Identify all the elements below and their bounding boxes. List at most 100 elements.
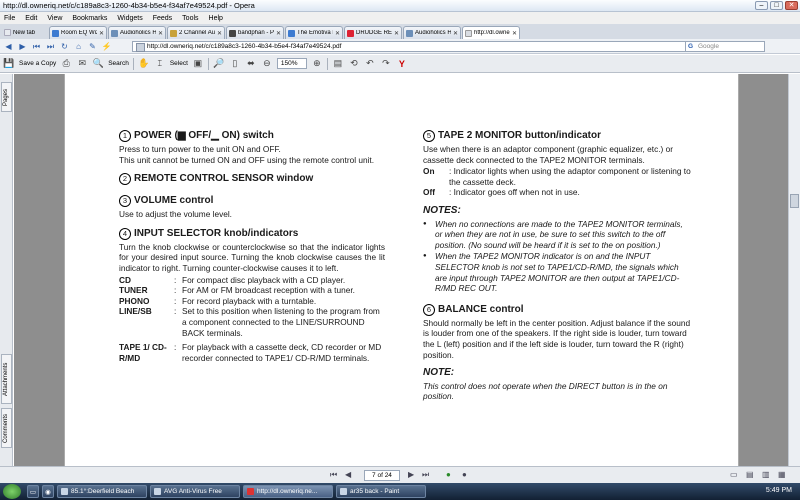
new-tab-button[interactable]: New tab — [2, 26, 48, 39]
paragraph: Press to turn power to the unit ON and O… — [119, 144, 375, 165]
tab-emotiva[interactable]: The Emotiva Lounge...✕ — [285, 26, 343, 39]
tab-close-icon[interactable]: ✕ — [512, 30, 517, 37]
comments-tab[interactable]: Comments — [1, 408, 12, 448]
menu-feeds[interactable]: Feeds — [153, 15, 172, 22]
back-view-icon[interactable]: ● — [446, 470, 451, 479]
tab-close-icon[interactable]: ✕ — [335, 30, 340, 37]
taskbar-avg[interactable]: AVG Anti-Virus Free — [150, 485, 240, 498]
yahoo-icon[interactable]: Y — [396, 59, 408, 69]
zoom-select[interactable]: 150% — [276, 58, 307, 69]
tab-close-icon[interactable]: ✕ — [158, 30, 163, 37]
last-page-icon[interactable]: ⏭ — [422, 470, 429, 480]
url-input[interactable]: http://dl.owneriq.net/c/c189a8c3-1260-4b… — [132, 41, 687, 52]
tab-close-icon[interactable]: ✕ — [99, 30, 104, 37]
notes-block: NOTES: When no connections are made to t… — [423, 205, 691, 294]
attachments-tab[interactable]: Attachments — [1, 354, 12, 404]
rewind-icon[interactable]: ⏮ — [31, 41, 42, 52]
hand-tool-icon[interactable]: ✋ — [138, 58, 150, 69]
paragraph: Use when there is an adaptor component (… — [423, 144, 673, 165]
left-column: 1 POWER (▆ OFF/▁ ON) switch Press to turn… — [119, 130, 385, 371]
section-heading: 5 TAPE 2 MONITOR button/indicator — [423, 130, 691, 142]
save-copy-button[interactable]: Save a Copy — [19, 60, 56, 67]
vertical-scrollbar[interactable] — [788, 74, 800, 466]
tab-room-eq[interactable]: Room EQ Wizard Ho...✕ — [49, 26, 107, 39]
search-button[interactable]: Search — [108, 60, 129, 67]
width-fit-icon[interactable]: ⬌ — [245, 58, 257, 69]
wand-icon[interactable]: ⚡ — [101, 41, 112, 52]
opera-icon — [247, 488, 254, 495]
menu-file[interactable]: File — [4, 15, 15, 22]
menu-help[interactable]: Help — [209, 15, 223, 22]
edit-icon[interactable]: ✎ — [87, 41, 98, 52]
first-page-icon[interactable]: ⏮ — [330, 470, 337, 480]
menu-view[interactable]: View — [47, 15, 62, 22]
paint-icon — [340, 488, 347, 495]
section-heading: 3 VOLUME control — [119, 195, 385, 208]
show-desktop-icon[interactable]: ▭ — [27, 485, 39, 498]
zoom-tool-icon[interactable]: 🔎 — [213, 58, 225, 69]
paragraph: Should normally be left in the center po… — [423, 317, 691, 360]
input-source-list: CD: For compact disc playback with a CD p… — [119, 274, 382, 363]
search-input[interactable]: Google — [685, 41, 765, 52]
search-icon[interactable]: 🔍 — [92, 58, 104, 69]
section-heading: 2 REMOTE CONTROL SENSOR window — [119, 173, 385, 186]
section-heading: 1 POWER (▆ OFF/▁ ON) switch — [119, 130, 385, 142]
tab-close-icon[interactable]: ✕ — [217, 30, 222, 37]
tab-close-icon[interactable]: ✕ — [394, 30, 399, 37]
home-icon[interactable]: ⌂ — [73, 41, 84, 52]
maximize-button[interactable]: □ — [770, 1, 783, 10]
back-icon[interactable]: ◀ — [3, 41, 14, 52]
taskbar-weather[interactable]: 85.1°:Deerfield Beach — [57, 485, 147, 498]
tab-close-icon[interactable]: ✕ — [276, 30, 281, 37]
prev-page-icon[interactable]: ◀ — [345, 470, 351, 479]
zoom-in-icon[interactable]: ⊕ — [311, 58, 323, 69]
continuous-icon[interactable]: ▤ — [746, 470, 754, 479]
forward-view-icon[interactable]: ● — [462, 470, 467, 479]
tab-bandphan[interactable]: bandphan - Photob...✕ — [226, 26, 284, 39]
redo-icon[interactable]: ↷ — [380, 58, 392, 69]
tab-close-icon[interactable]: ✕ — [453, 30, 458, 37]
pages-tab[interactable]: Pages — [1, 82, 12, 112]
scroll-thumb[interactable] — [790, 194, 799, 208]
start-button[interactable] — [3, 484, 21, 499]
minimize-button[interactable]: – — [755, 1, 768, 10]
taskbar-paint[interactable]: ar35 back - Paint — [336, 485, 426, 498]
page-fit-icon[interactable]: ▯ — [229, 58, 241, 69]
email-icon[interactable]: ✉ — [76, 58, 88, 69]
tab-owneriq[interactable]: http://dl.owneriq.ne...✕ — [462, 26, 520, 39]
menu-edit[interactable]: Edit — [25, 15, 37, 22]
single-page-icon[interactable]: ▭ — [730, 470, 738, 479]
print-icon[interactable]: ⎙ — [60, 58, 72, 69]
page-layout-icon[interactable]: ▤ — [332, 58, 344, 69]
save-icon[interactable]: 💾 — [3, 58, 15, 69]
quick-launch-icon[interactable]: ◉ — [42, 485, 54, 498]
reload-icon[interactable]: ↻ — [59, 41, 70, 52]
address-bar: ◀ ▶ ⏮ ⏭ ↻ ⌂ ✎ ⚡ http://dl.owneriq.net/c/… — [0, 39, 800, 54]
select-tool-icon[interactable]: 𝙸 — [154, 58, 166, 69]
fast-forward-icon[interactable]: ⏭ — [45, 41, 56, 52]
section-heading: 4 INPUT SELECTOR knob/indicators — [119, 227, 385, 240]
avg-icon — [154, 488, 161, 495]
facing-icon[interactable]: ▥ — [762, 470, 770, 479]
title-bar: http://dl.owneriq.net/c/c189a8c3-1260-4b… — [0, 0, 800, 12]
zoom-out-icon[interactable]: ⊖ — [261, 58, 273, 69]
continuous-facing-icon[interactable]: ▦ — [778, 470, 786, 479]
tab-audioholics-1[interactable]: Audioholics Home T...✕ — [108, 26, 166, 39]
tab-audioholics-2[interactable]: Audioholics Home T...✕ — [403, 26, 461, 39]
rotate-icon[interactable]: ⟲ — [348, 58, 360, 69]
forward-icon[interactable]: ▶ — [17, 41, 28, 52]
menu-widgets[interactable]: Widgets — [117, 15, 142, 22]
select-button[interactable]: Select — [170, 60, 188, 67]
page-number-input[interactable]: 7 of 24 — [364, 470, 400, 481]
menu-bookmarks[interactable]: Bookmarks — [72, 15, 107, 22]
menu-tools[interactable]: Tools — [182, 15, 198, 22]
pdf-page: 1 POWER (▆ OFF/▁ ON) switch Press to turn… — [64, 74, 739, 466]
tab-drudge[interactable]: DRUDGE REPORT 20...✕ — [344, 26, 402, 39]
taskbar-opera[interactable]: http://dl.owneriq.ne... — [243, 485, 333, 498]
next-page-icon[interactable]: ▶ — [408, 470, 414, 479]
undo-icon[interactable]: ↶ — [364, 58, 376, 69]
snapshot-icon[interactable]: ▣ — [192, 58, 204, 69]
clock: 5:49 PM — [765, 487, 792, 494]
close-button[interactable]: ✕ — [785, 1, 798, 10]
tab-2-channel[interactable]: 2 Channel Audio - A...✕ — [167, 26, 225, 39]
